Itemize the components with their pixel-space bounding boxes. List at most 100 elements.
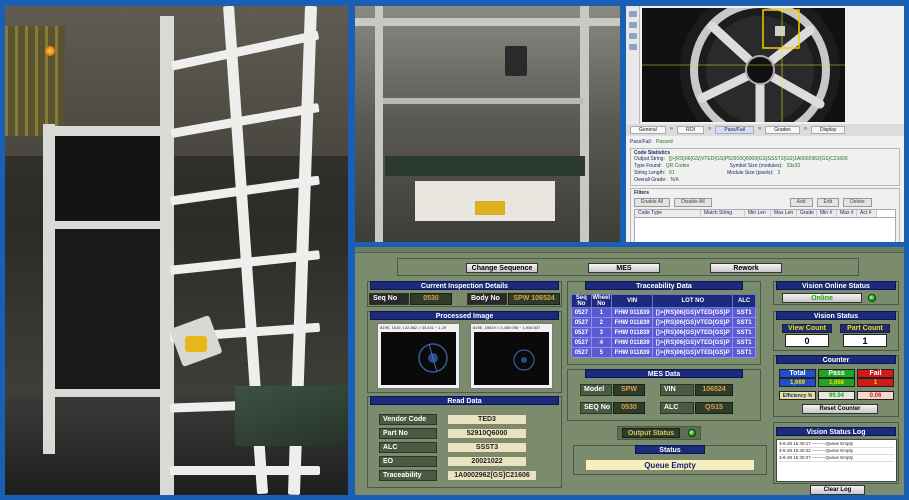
- wheel-capture-icon: [418, 343, 448, 373]
- type-found-label: Type Found:: [634, 163, 662, 169]
- vision-online-title: Vision Online Status: [776, 281, 896, 290]
- tab-grades[interactable]: Grades: [765, 126, 800, 134]
- cell-lot: [)>{RS}06{GS}VTED{GS}P: [652, 337, 734, 348]
- frame-post: [160, 16, 174, 495]
- overall-grade-label: Overall Grade:: [634, 177, 667, 183]
- delete-filter-button[interactable]: Delete: [843, 198, 872, 207]
- cell-vin: FHW 011839: [610, 317, 654, 328]
- frame-post: [580, 6, 589, 242]
- frame-post: [43, 124, 55, 454]
- part-no-label: Part No: [379, 428, 437, 439]
- mes-model-label: Model: [580, 384, 612, 396]
- efficiency-label: Efficiency %: [779, 391, 816, 400]
- inspection-hmi-window: Change Sequence MES Rework Current Inspe…: [355, 247, 904, 495]
- black-panel: [55, 136, 160, 221]
- add-filter-button[interactable]: Add: [789, 198, 813, 207]
- filter-table-body[interactable]: [634, 218, 896, 242]
- hmi-top-strip: [355, 247, 904, 253]
- cell-wheel: 5: [590, 347, 612, 358]
- cell-wheel: 3: [590, 327, 612, 338]
- cell-vin: FHW 011839: [610, 347, 654, 358]
- vision-log-list[interactable]: 3-6-28 15:40:17 ---------Queue Empty 3-6…: [776, 439, 897, 482]
- total-label: Total: [779, 369, 816, 378]
- cell-lot: [)>{RS}06{GS}VTED{GS}P: [652, 327, 734, 338]
- conveyor-belt: [385, 156, 585, 176]
- traceability-label: Traceability: [379, 470, 437, 481]
- traceability-table: Seq No Wheel No VIN LOT NO ALC 0527 1 FH…: [571, 294, 756, 358]
- column-match-string: Match String: [701, 210, 745, 217]
- cell-alc: SST1: [732, 307, 756, 318]
- warning-label: [475, 201, 505, 215]
- clear-log-button[interactable]: Clear Log: [810, 485, 865, 495]
- frame-beam: [43, 221, 173, 229]
- output-string-value: []>{RS}06{GS}VTED{GS}P52910Q6000{GS}SSST…: [668, 156, 848, 162]
- vendor-code-label: Vendor Code: [379, 414, 437, 425]
- tab-roi[interactable]: ROI: [677, 126, 705, 134]
- yellow-railing: [5, 26, 65, 136]
- column-code-type: Code Type: [635, 210, 701, 217]
- vision-tab-bar: General » ROI » Pass/Fail » Grades » Dis…: [626, 124, 904, 136]
- image-right-canvas: [474, 332, 549, 385]
- tab-pass-fail[interactable]: Pass/Fail: [715, 126, 754, 134]
- vision-status-title: Vision Status: [776, 311, 896, 320]
- roi-tool-icon[interactable]: [629, 22, 637, 28]
- output-string-label: Output String:: [634, 156, 665, 162]
- filters-group: Filters Enable All Disable All Add Edit …: [630, 188, 900, 242]
- mes-model-value: SPW: [613, 384, 645, 396]
- mes-button[interactable]: MES: [588, 263, 660, 273]
- view-count-label: View Count: [782, 324, 832, 333]
- pass-fail-panel: Pass/Fail: Passed Code Statistics Output…: [630, 139, 900, 242]
- processed-image-left[interactable]: 819E, 1519, 122.862 > 33.431 ~ 1.29: [377, 323, 460, 389]
- reset-counter-button[interactable]: Reset Counter: [802, 404, 878, 414]
- camera-icon: [185, 336, 207, 352]
- cell-alc: SST1: [732, 317, 756, 328]
- select-tool-icon[interactable]: [629, 11, 637, 17]
- cell-alc: SST1: [732, 347, 756, 358]
- tab-general[interactable]: General: [630, 126, 666, 134]
- module-size-label: Module Size (pixels):: [727, 170, 774, 176]
- string-length-label: String Length:: [634, 170, 666, 176]
- type-found-value: QR Codes: [665, 163, 690, 169]
- edit-filter-button[interactable]: Edit: [816, 198, 840, 207]
- string-length-value: 61: [669, 170, 675, 176]
- column-act-count: Act #: [857, 210, 877, 217]
- cell-seq: 0527: [571, 347, 592, 358]
- table-row[interactable]: 0527 4 FHW 011839 [)>{RS}06{GS}VTED{GS}P…: [571, 337, 756, 348]
- output-status-led-icon: [688, 429, 696, 437]
- output-status-label: Output Status: [622, 428, 680, 438]
- view-count-value: 0: [785, 334, 829, 347]
- overall-grade-value: N/A: [670, 177, 679, 183]
- image-tool-icon[interactable]: [629, 33, 637, 39]
- enable-all-button[interactable]: Enable All: [634, 198, 671, 207]
- online-status-button[interactable]: Online: [782, 293, 862, 303]
- alc-value: SSST3: [447, 442, 527, 453]
- frame-beam: [355, 18, 620, 26]
- tab-display[interactable]: Display: [811, 126, 846, 134]
- change-sequence-button[interactable]: Change Sequence: [466, 263, 538, 273]
- wheel-capture-icon: [513, 349, 535, 371]
- table-row[interactable]: 0527 5 FHW 011839 [)>{RS}06{GS}VTED{GS}P…: [571, 347, 756, 358]
- column-grade: Grade: [797, 210, 817, 217]
- rework-button[interactable]: Rework: [710, 263, 782, 273]
- status-value: Queue Empty: [585, 459, 755, 471]
- list-item: 3-6-28 15:40:17 ---------Queue Empty: [779, 441, 894, 448]
- vendor-code-value: TED3: [447, 414, 527, 425]
- cell-vin: FHW 011839: [610, 337, 654, 348]
- image-left-canvas: [381, 332, 456, 385]
- table-row[interactable]: 0527 3 FHW 011839 [)>{RS}06{GS}VTED{GS}P…: [571, 327, 756, 338]
- cell-wheel: 1: [590, 307, 612, 318]
- cell-seq: 0527: [571, 307, 592, 318]
- column-lot-no: LOT NO: [652, 294, 734, 308]
- processed-image-right[interactable]: 819E, 19819 > 2,455.096 ~ 1,908.537: [470, 323, 553, 389]
- cell-lot: [)>{RS}06{GS}VTED{GS}P: [652, 307, 734, 318]
- filter-table-header: Code Type Match String Min Len Max Len G…: [634, 209, 896, 218]
- disable-all-button[interactable]: Disable All: [674, 198, 712, 207]
- pass-fail-value: Passed: [655, 139, 673, 145]
- zoom-tool-icon[interactable]: [629, 44, 637, 50]
- code-statistics-group: Code Statistics Output String: []>{RS}06…: [630, 148, 900, 186]
- table-row[interactable]: 0527 1 FHW 011839 [)>{RS}06{GS}VTED{GS}P…: [571, 307, 756, 318]
- list-item: 3-6-28 15:40:22 ---------Queue Empty: [779, 448, 894, 455]
- table-row[interactable]: 0527 2 FHW 011839 [)>{RS}06{GS}VTED{GS}P…: [571, 317, 756, 328]
- image-right-caption: 819E, 19819 > 2,455.096 ~ 1,908.537: [473, 325, 541, 330]
- processed-image-title: Processed Image: [370, 311, 559, 320]
